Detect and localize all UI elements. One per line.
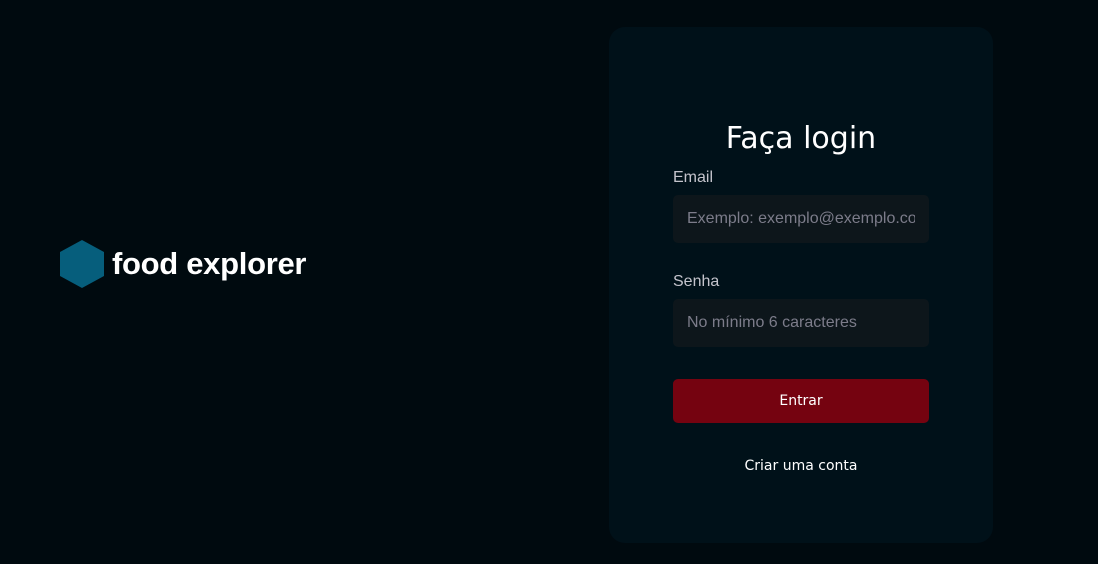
email-field[interactable] (673, 195, 929, 243)
brand-name: food explorer (112, 246, 307, 281)
brand-logo: food explorer (60, 240, 306, 288)
login-button[interactable]: Entrar (673, 379, 929, 423)
password-field[interactable] (673, 299, 929, 347)
login-page: food explorer Faça login Email Senha Ent… (0, 0, 1098, 564)
login-card: Faça login Email Senha Entrar Criar uma … (609, 27, 993, 543)
email-label: Email (673, 169, 714, 186)
create-account-link[interactable]: Criar uma conta (609, 458, 993, 474)
page-title: Faça login (725, 121, 877, 156)
password-label: Senha (673, 273, 720, 290)
hexagon-icon (60, 240, 104, 288)
